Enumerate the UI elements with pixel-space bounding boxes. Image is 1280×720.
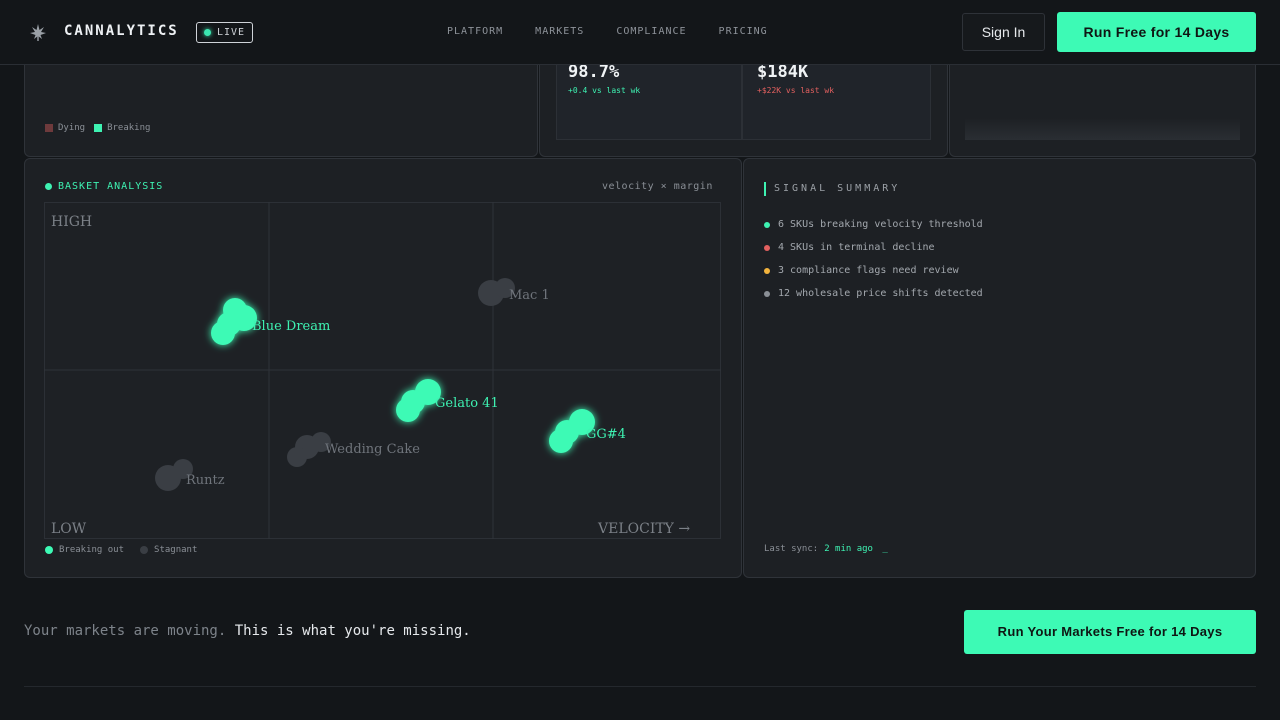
- point-label-mac-1: Mac 1: [509, 288, 550, 303]
- basket-analysis-subtitle: velocity × margin: [602, 181, 713, 192]
- signal-dot-icon: [764, 244, 770, 251]
- run-markets-free-button[interactable]: Run Your Markets Free for 14 Days: [964, 610, 1256, 654]
- live-badge: LIVE: [196, 22, 254, 43]
- axis-label-velocity: VELOCITY →: [598, 521, 691, 537]
- signal-dot-icon: [764, 221, 770, 228]
- legend-item-breaking: Breaking: [94, 123, 150, 133]
- stat-value-revenue: $184K: [757, 62, 809, 82]
- nav-links: PLATFORM MARKETS COMPLIANCE PRICING: [447, 26, 768, 37]
- top-navigation: CANNALYTICS LIVE PLATFORM MARKETS COMPLI…: [0, 0, 1280, 65]
- trend-bar-fade: [965, 118, 1240, 140]
- quadrant-label-high: HIGH: [51, 214, 93, 230]
- run-free-trial-button[interactable]: Run Free for 14 Days: [1057, 12, 1256, 52]
- point-label-gelato-41: Gelato 41: [435, 396, 499, 411]
- section-divider: [24, 686, 1256, 687]
- signal-item[interactable]: 4 SKUs in terminal decline: [764, 236, 983, 259]
- cannabis-leaf-icon[interactable]: [28, 22, 48, 42]
- signal-summary-title: SIGNAL SUMMARY: [764, 182, 900, 196]
- quadrant-label-low: LOW: [51, 521, 87, 537]
- stat-delta-accuracy: +0.4 vs last wk: [568, 86, 641, 95]
- signal-item[interactable]: 6 SKUs breaking velocity threshold: [764, 213, 983, 236]
- live-indicator-icon: [204, 29, 211, 36]
- signal-item[interactable]: 3 compliance flags need review: [764, 259, 983, 282]
- signal-dot-icon: [764, 267, 770, 274]
- legend-item-stagnant: Stagnant: [140, 545, 197, 555]
- signal-list: 6 SKUs breaking velocity threshold 4 SKU…: [764, 213, 983, 305]
- nav-link-platform[interactable]: PLATFORM: [447, 26, 503, 37]
- nav-link-compliance[interactable]: COMPLIANCE: [616, 26, 686, 37]
- dying-breaking-legend: Dying Breaking: [45, 123, 150, 133]
- basket-legend: Breaking out Stagnant: [45, 545, 197, 555]
- last-sync-status: Last sync: 2 min ago _: [764, 544, 888, 554]
- point-label-blue-dream: Blue Dream: [252, 319, 330, 334]
- basket-scatter-plot: Blue Dream Mac 1 Gelato 41 GG#4 Wedding …: [44, 202, 721, 539]
- point-label-gg4: GG#4: [586, 427, 626, 442]
- stat-value-accuracy: 98.7%: [568, 62, 620, 82]
- sign-in-button[interactable]: Sign In: [962, 13, 1045, 51]
- signal-dot-icon: [764, 290, 770, 297]
- terminal-cursor: _: [882, 544, 888, 554]
- status-dot-icon: [45, 183, 52, 190]
- scatter-svg: Blue Dream Mac 1 Gelato 41 GG#4 Wedding …: [44, 202, 721, 539]
- live-badge-label: LIVE: [217, 27, 246, 38]
- point-label-runtz: Runtz: [186, 473, 225, 488]
- nav-link-pricing[interactable]: PRICING: [719, 26, 768, 37]
- signal-item[interactable]: 12 wholesale price shifts detected: [764, 282, 983, 305]
- stat-delta-revenue: +$22K vs last wk: [757, 86, 835, 95]
- last-sync-value: 2 min ago: [824, 544, 873, 554]
- point-label-wedding-cake: Wedding Cake: [325, 442, 420, 457]
- brand-name[interactable]: CANNALYTICS: [64, 23, 179, 39]
- legend-item-breaking-out: Breaking out: [45, 545, 124, 555]
- basket-analysis-title: BASKET ANALYSIS: [45, 181, 163, 192]
- legend-item-dying: Dying: [45, 123, 85, 133]
- nav-link-markets[interactable]: MARKETS: [535, 26, 584, 37]
- cta-tagline: Your markets are moving. This is what yo…: [24, 623, 471, 639]
